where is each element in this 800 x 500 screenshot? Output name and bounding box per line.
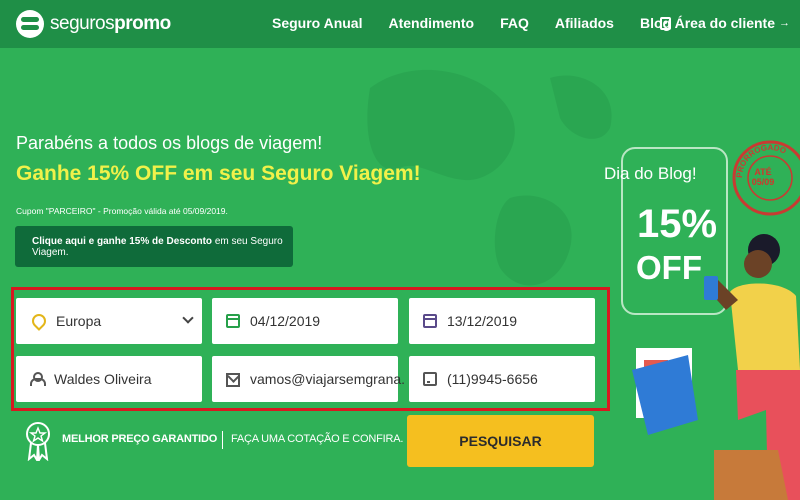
- name-value: Waldes Oliveira: [54, 371, 152, 387]
- brand-logo[interactable]: segurospromo: [16, 10, 171, 38]
- return-date-value: 13/12/2019: [447, 313, 518, 329]
- medal-icon: [26, 422, 50, 461]
- stamp-center-text: ATÉ 05/09: [751, 167, 775, 187]
- nav-afiliados[interactable]: Afiliados: [555, 15, 614, 31]
- discount-cta-button[interactable]: Clique aqui e ganhe 15% de Desconto em s…: [15, 226, 293, 267]
- departure-date-field[interactable]: 04/12/2019: [212, 298, 398, 344]
- promo-card-title: Dia do Blog!: [604, 164, 697, 183]
- phone-icon: [423, 372, 437, 386]
- hero-subtitle: Ganhe 15% OFF em seu Seguro Viagem!: [16, 162, 421, 185]
- main-nav: Seguro Anual Atendimento FAQ Afiliados B…: [272, 15, 671, 31]
- arrow-right-icon: →: [779, 17, 790, 29]
- destination-select[interactable]: Europa: [16, 298, 202, 344]
- client-area-label: Área do cliente: [674, 15, 775, 31]
- location-pin-icon: [29, 311, 49, 331]
- destination-value: Europa: [56, 313, 102, 329]
- calendar-return-icon: [423, 314, 437, 328]
- top-navigation-bar: segurospromo Seguro Anual Atendimento FA…: [0, 0, 800, 48]
- nav-seguro-anual[interactable]: Seguro Anual: [272, 15, 363, 31]
- nav-atendimento[interactable]: Atendimento: [389, 15, 475, 31]
- departure-date-value: 04/12/2019: [250, 313, 321, 329]
- promo-note: Cupom "PARCEIRO" - Promoção válida até 0…: [16, 206, 228, 216]
- name-field[interactable]: Waldes Oliveira: [16, 356, 202, 402]
- email-value: vamos@viajarsemgrana.: [250, 371, 406, 387]
- return-date-field[interactable]: 13/12/2019: [409, 298, 595, 344]
- best-price-label: MELHOR PREÇO GARANTIDO: [62, 433, 218, 445]
- person-icon: [30, 372, 46, 386]
- phone-field[interactable]: (11)9945-6656: [409, 356, 595, 402]
- client-area-link[interactable]: Área do cliente →: [659, 15, 790, 31]
- phone-value: (11)9945-6656: [447, 371, 538, 387]
- envelope-icon: [226, 372, 240, 387]
- email-field[interactable]: vamos@viajarsemgrana.: [212, 356, 405, 402]
- chevron-down-icon: [182, 312, 194, 324]
- search-button[interactable]: PESQUISAR: [407, 415, 594, 467]
- nav-faq[interactable]: FAQ: [500, 15, 529, 31]
- quote-label: FAÇA UMA COTAÇÃO E CONFIRA.: [231, 433, 404, 445]
- hero-title: Parabéns a todos os blogs de viagem!: [16, 133, 323, 153]
- logo-text: segurospromo: [50, 13, 171, 34]
- divider: [222, 431, 223, 449]
- traveler-illustration: [632, 234, 800, 500]
- calendar-icon: [226, 314, 240, 328]
- user-card-icon: [659, 16, 671, 30]
- logo-icon: [16, 10, 44, 38]
